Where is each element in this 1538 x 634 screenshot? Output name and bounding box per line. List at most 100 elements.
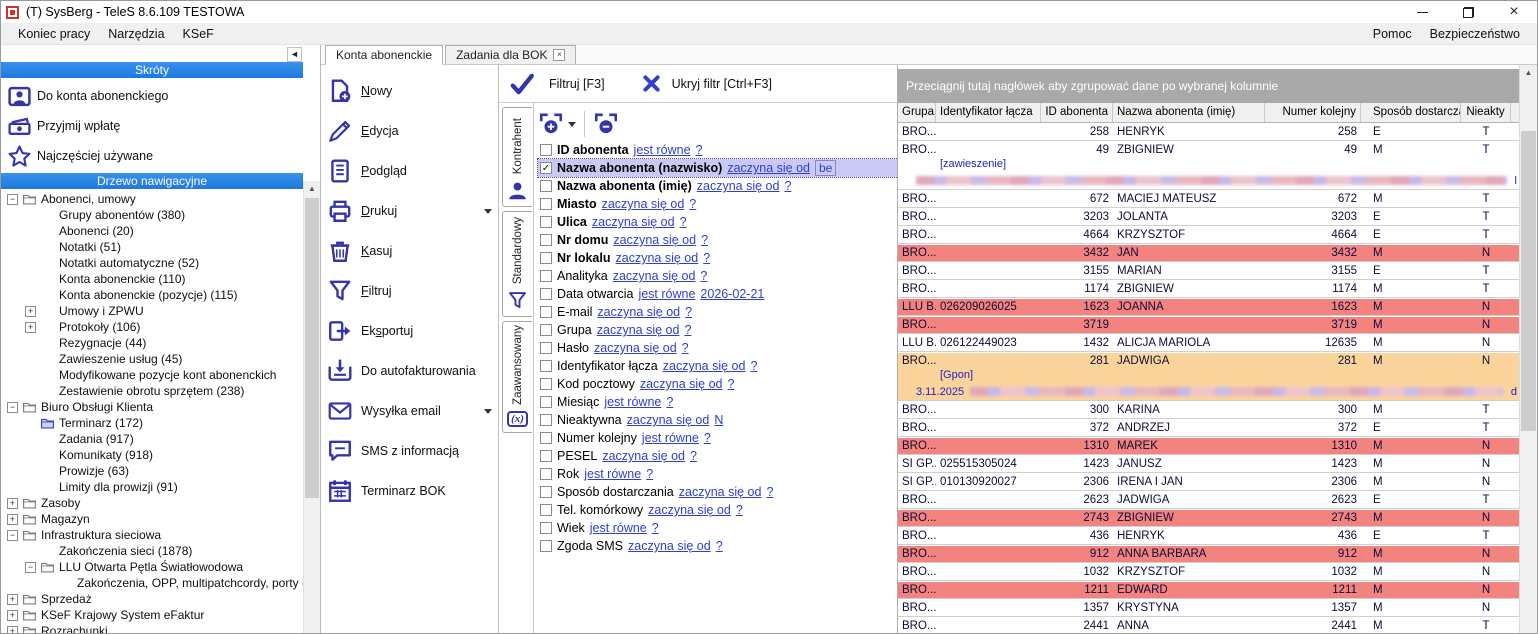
filter-value-link[interactable]: ? (784, 177, 791, 195)
filter-value-link[interactable]: ? (666, 393, 673, 411)
apply-filter-label[interactable]: Filtruj [F3] (549, 77, 605, 91)
filter-condition-nr-lokalu[interactable]: Nr lokaluzaczyna się od? (538, 249, 897, 267)
filter-tab-zaawansowany[interactable]: Zaawansowany(x) (502, 321, 532, 433)
filter-condition-pesel[interactable]: PESELzaczyna się od? (538, 447, 897, 465)
filter-value-link[interactable]: ? (696, 141, 703, 159)
tree-item-zasoby[interactable]: +Zasoby (1, 495, 303, 511)
tree-item-komunikaty-918[interactable]: Komunikaty (918) (1, 447, 303, 463)
shortcut-przyjmij-wp-ate[interactable]: Przyjmij wpłatę (7, 111, 320, 141)
grid-row[interactable]: BRO...258HENRYK258ET (898, 124, 1519, 141)
tree-item-magazyn[interactable]: +Magazyn (1, 511, 303, 527)
tree-item-zestawienie-obrotu-sprzetem-238[interactable]: Zestawienie obrotu sprzętem (238) (1, 383, 303, 399)
filter-condition-grupa[interactable]: Grupazaczyna się od? (538, 321, 897, 339)
tree-item-konta-abonenckie-110[interactable]: Konta abonenckie (110) (1, 271, 303, 287)
filter-checkbox[interactable] (540, 468, 552, 480)
filter-operator-link[interactable]: zaczyna się od (679, 483, 762, 501)
filter-operator-link[interactable]: jest równe (638, 285, 695, 303)
filter-operator-link[interactable]: zaczyna się od (616, 249, 699, 267)
filter-operator-link[interactable]: jest równe (604, 393, 661, 411)
tree-item-konta-abonenckie-pozycje-115[interactable]: Konta abonenckie (pozycje) (115) (1, 287, 303, 303)
filter-operator-link[interactable]: jest równe (634, 141, 691, 159)
expand-toggle[interactable]: − (7, 402, 18, 413)
filter-checkbox[interactable] (540, 504, 552, 516)
hide-filter-x-icon[interactable] (641, 73, 662, 94)
filter-checkbox[interactable] (540, 522, 552, 534)
expand-toggle[interactable]: + (7, 514, 18, 525)
grid-row[interactable]: BRO...2441ANNA2441MT (898, 618, 1519, 633)
filter-condition-identyfikator-acza[interactable]: Identyfikator łączazaczyna się od? (538, 357, 897, 375)
filter-condition-zgoda-sms[interactable]: Zgoda SMSzaczyna się od? (538, 537, 897, 555)
filter-value-link[interactable]: ? (766, 483, 773, 501)
grid-row[interactable]: SI GP...0101309200272306IRENA I JAN2306M… (898, 474, 1519, 491)
grid-row[interactable]: BRO...436HENRYK436ET (898, 528, 1519, 545)
filter-value-link[interactable]: ? (680, 213, 687, 231)
shortcut-najczesciej-uzywane[interactable]: Najczęściej używane (7, 141, 320, 171)
tree-item-biuro-obs-ugi-klienta[interactable]: −Biuro Obsługi Klienta (1, 399, 303, 415)
tree-item-abonenci-20[interactable]: Abonenci (20) (1, 223, 303, 239)
filter-condition-data-otwarcia[interactable]: Data otwarciajest równe2026-02-21 (538, 285, 897, 303)
filter-checkbox[interactable]: ✓ (540, 162, 552, 174)
grid-row[interactable]: BRO...672MACIEJ MATEUSZ672MT (898, 191, 1519, 208)
filter-condition-sposob-dostarczania[interactable]: Sposób dostarczaniazaczyna się od? (538, 483, 897, 501)
filter-checkbox[interactable] (540, 486, 552, 498)
filter-operator-link[interactable]: zaczyna się od (613, 267, 696, 285)
tab-konta-abonenckie[interactable]: Konta abonenckie (325, 45, 443, 65)
tree-item-rozrachunki[interactable]: +Rozrachunki (1, 623, 303, 633)
tree-item-terminarz-172[interactable]: Terminarz (172) (1, 415, 303, 431)
grid-row[interactable]: BRO...37193719MN (898, 317, 1519, 334)
grid-row[interactable]: BRO...1174ZBIGNIEW1174MT (898, 281, 1519, 298)
column-header-sposob-dostarczania[interactable]: Sposób dostarczania (1361, 103, 1461, 122)
filter-operator-link[interactable]: zaczyna się od (597, 321, 680, 339)
eksportuj-button[interactable]: Eksportuj (327, 311, 498, 351)
filter-value-link[interactable]: ? (689, 195, 696, 213)
grid-row[interactable]: BRO...1032KRZYSZTOF1032MN (898, 564, 1519, 581)
filter-operator-link[interactable]: jest równe (584, 465, 641, 483)
filter-condition-numer-kolejny[interactable]: Numer kolejnyjest równe? (538, 429, 897, 447)
filter-value-link[interactable]: ? (652, 519, 659, 537)
filter-condition-kod-pocztowy[interactable]: Kod pocztowyzaczyna się od? (538, 375, 897, 393)
menu-item-ksef[interactable]: KSeF (174, 27, 223, 41)
add-condition-icon[interactable] (538, 111, 564, 137)
filter-operator-link[interactable]: zaczyna się od (627, 411, 710, 429)
column-header-numer-kolejny[interactable]: Numer kolejny (1265, 103, 1361, 122)
filter-condition-nr-domu[interactable]: Nr domuzaczyna się od? (538, 231, 897, 249)
tab-close-icon[interactable]: × (553, 49, 565, 61)
filter-operator-link[interactable]: jest równe (590, 519, 647, 537)
filter-value-link[interactable]: ? (701, 231, 708, 249)
filter-operator-link[interactable]: zaczyna się od (727, 159, 810, 177)
grid-row[interactable]: LLU B...0261224490231432ALICJA MARIOLA12… (898, 335, 1519, 352)
grid-row[interactable]: BRO...1357KRYSTYNA1357MN (898, 600, 1519, 617)
tree-item-sprzedaz[interactable]: +Sprzedaż (1, 591, 303, 607)
grid-row[interactable]: BRO...372ANDRZEJ372ET (898, 420, 1519, 437)
tree-item-zakonczenia-sieci-1878[interactable]: Zakończenia sieci (1878) (1, 543, 303, 559)
filter-operator-link[interactable]: zaczyna się od (663, 357, 746, 375)
expand-toggle[interactable]: + (7, 610, 18, 621)
sidebar-collapse-button[interactable]: ◄ (287, 47, 302, 62)
tree-item-zawieszenie-us-ug-45[interactable]: Zawieszenie usług (45) (1, 351, 303, 367)
filter-value-input[interactable]: be (815, 160, 836, 176)
filter-condition-analityka[interactable]: Analitykazaczyna się od? (538, 267, 897, 285)
minimize-button[interactable] (1399, 1, 1445, 23)
filter-condition-miesiac[interactable]: Miesiącjest równe? (538, 393, 897, 411)
scrollbar-thumb[interactable] (305, 198, 319, 498)
drukuj-button[interactable]: Drukuj (327, 191, 498, 231)
filter-value-link[interactable]: ? (750, 357, 757, 375)
podglad-button[interactable]: Podgląd (327, 151, 498, 191)
filter-operator-link[interactable]: zaczyna się od (648, 501, 731, 519)
filter-tab-standardowy[interactable]: Standardowy (502, 211, 532, 317)
filter-condition-wiek[interactable]: Wiekjest równe? (538, 519, 897, 537)
filter-operator-link[interactable]: zaczyna się od (628, 537, 711, 555)
expand-toggle[interactable]: + (7, 498, 18, 509)
filter-checkbox[interactable] (540, 360, 552, 372)
filter-value-link[interactable]: 2026-02-21 (700, 285, 764, 303)
dropdown-arrow-icon[interactable] (484, 209, 492, 214)
grid-row[interactable]: BRO...300KARINA300MT (898, 402, 1519, 419)
column-header-id-abonenta[interactable]: ID abonenta (1041, 103, 1113, 122)
grid-row[interactable]: BRO...4664KRZYSZTOF4664ET (898, 227, 1519, 244)
expand-toggle[interactable]: + (25, 306, 36, 317)
restore-button[interactable] (1445, 1, 1491, 23)
filter-checkbox[interactable] (540, 252, 552, 264)
grid-row[interactable]: BRO...1211EDWARD1211MN (898, 582, 1519, 599)
filter-checkbox[interactable] (540, 540, 552, 552)
scrollbar-thumb[interactable] (1521, 131, 1536, 431)
